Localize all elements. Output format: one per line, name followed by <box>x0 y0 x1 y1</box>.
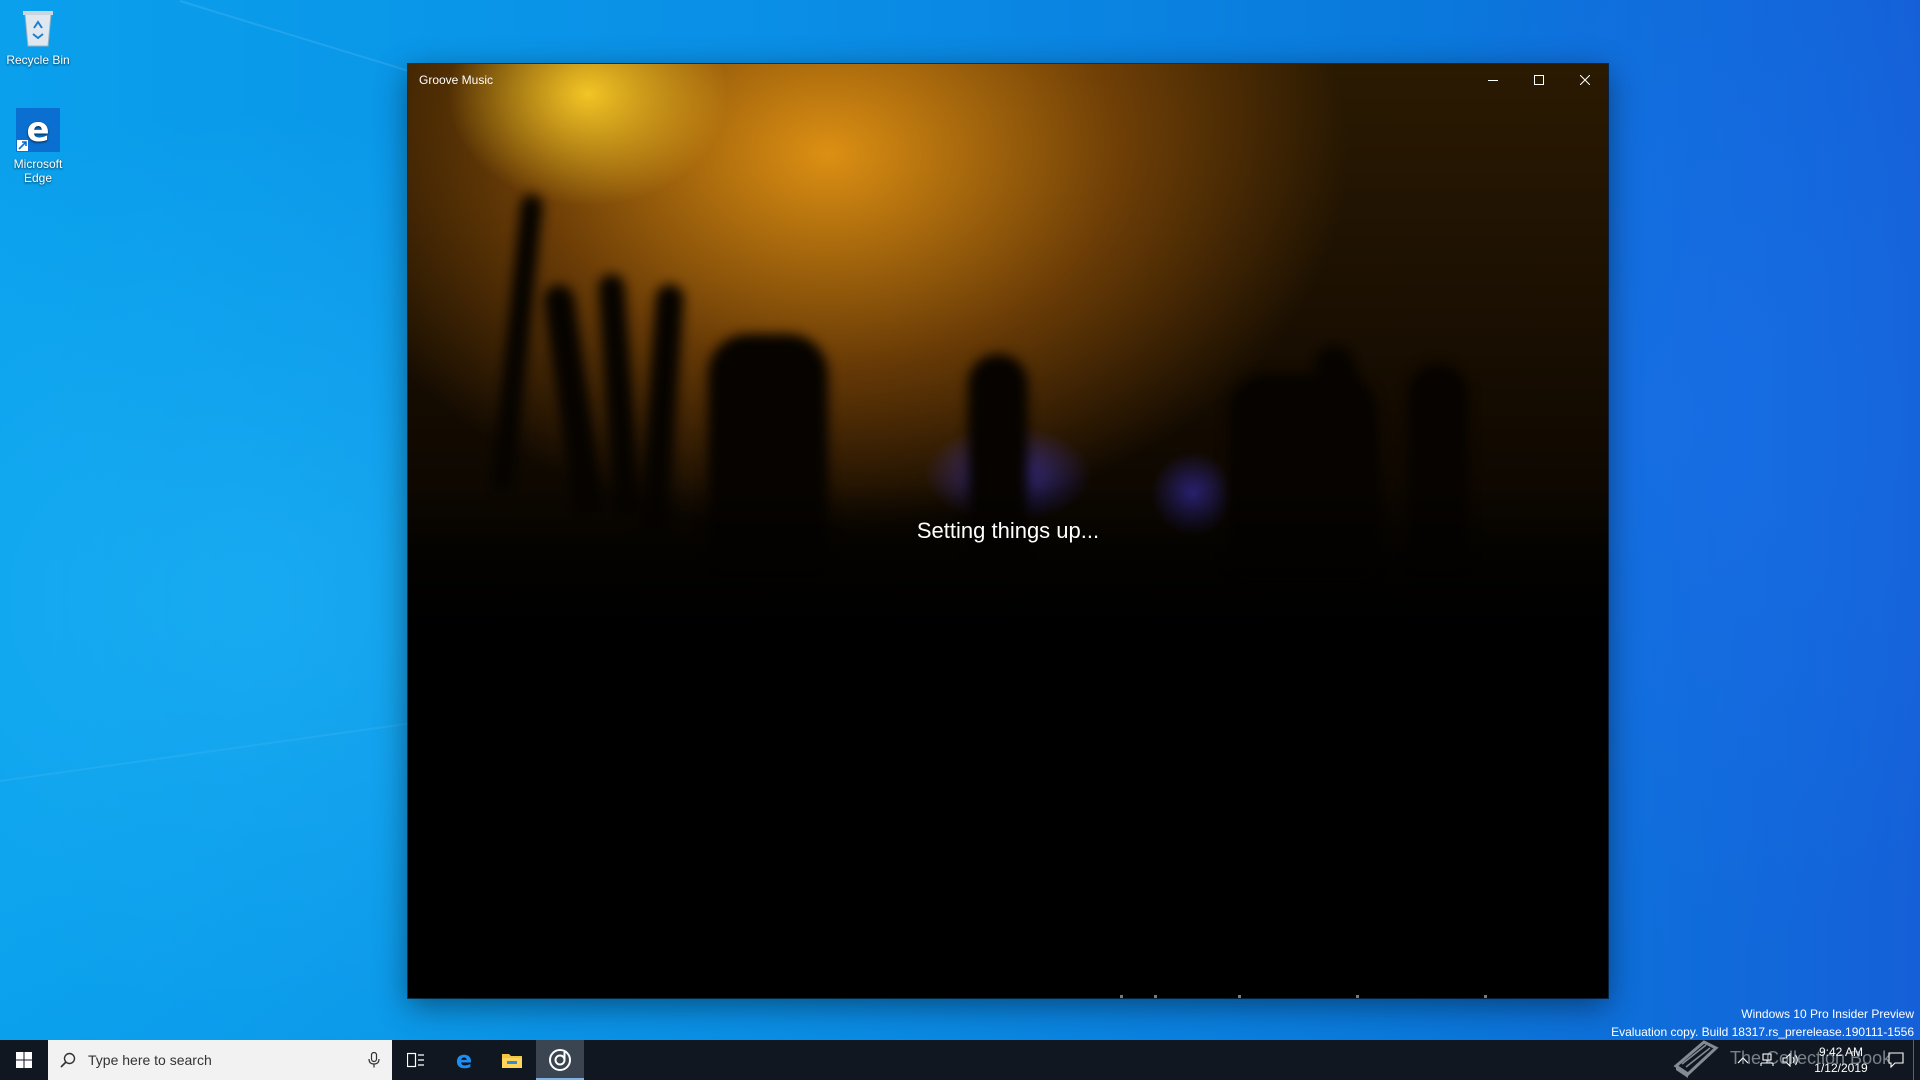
desktop-icon-recycle-bin[interactable]: Recycle Bin <box>0 6 76 67</box>
maximize-button[interactable] <box>1516 64 1562 96</box>
crowd-silhouette <box>542 283 604 515</box>
search-icon <box>60 1052 76 1068</box>
wallpaper-beam <box>0 721 417 782</box>
show-hidden-icons-button[interactable] <box>1731 1040 1755 1080</box>
show-desktop-button[interactable] <box>1913 1040 1920 1080</box>
minimize-button[interactable] <box>1470 64 1516 96</box>
task-view-icon <box>407 1052 424 1068</box>
taskbar-file-explorer-button[interactable] <box>488 1040 536 1080</box>
windows-logo-icon <box>16 1052 32 1068</box>
network-button[interactable] <box>1755 1040 1779 1080</box>
progress-dot <box>1238 995 1241 998</box>
maximize-icon <box>1534 75 1544 85</box>
network-icon <box>1760 1053 1774 1066</box>
action-center-button[interactable] <box>1879 1040 1913 1080</box>
crowd-shadow <box>408 484 1608 998</box>
clock[interactable]: 9:42 AM 1/12/2019 <box>1803 1044 1879 1076</box>
crowd-silhouette <box>597 273 641 515</box>
svg-text:e: e <box>26 110 49 150</box>
svg-text:e: e <box>456 1048 472 1072</box>
desktop-icon-label: Recycle Bin <box>6 53 70 67</box>
desktop-icon-label: Microsoft Edge <box>13 157 63 185</box>
progress-dot <box>1154 995 1157 998</box>
edge-icon: e <box>456 1048 472 1072</box>
close-icon <box>1580 75 1590 85</box>
clock-time: 9:42 AM <box>1818 1045 1864 1059</box>
notification-icon <box>1888 1052 1904 1068</box>
system-tray: 9:42 AM 1/12/2019 <box>1731 1040 1920 1080</box>
task-view-button[interactable] <box>392 1040 440 1080</box>
volume-icon <box>1782 1053 1798 1067</box>
desktop-icon-microsoft-edge[interactable]: e Microsoft Edge <box>0 106 76 185</box>
taskbar-search-box[interactable] <box>48 1040 392 1080</box>
start-button[interactable] <box>0 1040 48 1080</box>
minimize-icon <box>1488 80 1498 81</box>
groove-music-window[interactable]: Groove Music Setting things up... <box>408 64 1608 998</box>
build-watermark: Windows 10 Pro Insider Preview Evaluatio… <box>1611 1005 1914 1040</box>
title-bar[interactable]: Groove Music <box>408 64 1608 96</box>
chevron-up-icon <box>1737 1057 1749 1064</box>
search-input[interactable] <box>86 1051 368 1069</box>
progress-dot <box>1484 995 1487 998</box>
taskbar: e <box>0 1040 1920 1080</box>
volume-button[interactable] <box>1779 1040 1803 1080</box>
taskbar-edge-button[interactable]: e <box>440 1040 488 1080</box>
wallpaper-beam <box>179 0 429 78</box>
microphone-icon[interactable] <box>368 1052 380 1068</box>
close-button[interactable] <box>1562 64 1608 96</box>
progress-dot <box>1120 995 1123 998</box>
watermark-build: Evaluation copy. Build 18317.rs_prerelea… <box>1611 1025 1914 1039</box>
crowd-silhouette <box>490 193 544 495</box>
setup-status-text: Setting things up... <box>916 518 1100 543</box>
groove-music-icon <box>549 1049 571 1071</box>
edge-icon: e <box>16 108 60 152</box>
desktop: Recycle Bin e Microsoft Edge Groove Musi… <box>0 0 1920 1040</box>
taskbar-groove-music-button[interactable] <box>536 1040 584 1080</box>
file-explorer-icon <box>502 1054 522 1068</box>
recycle-bin-icon <box>23 11 53 47</box>
window-title: Groove Music <box>419 73 494 87</box>
clock-date: 1/12/2019 <box>1814 1061 1868 1075</box>
progress-dot <box>1356 995 1359 998</box>
watermark-edition: Windows 10 Pro Insider Preview <box>1741 1007 1914 1021</box>
